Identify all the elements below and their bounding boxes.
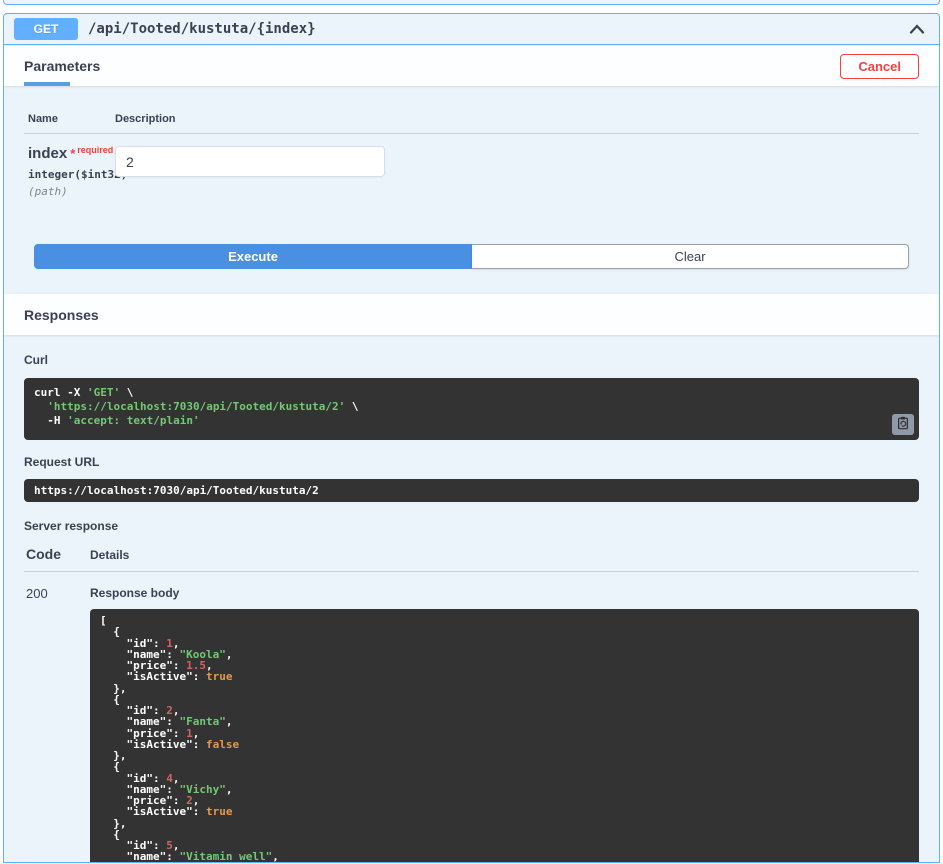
execute-row: Execute Clear [34,244,909,269]
name-column-header: Name [28,113,58,125]
parameters-body: Name Description index * required integer(… [4,113,939,269]
collapse-button[interactable] [905,18,929,41]
request-url-value: https://localhost:7030/api/Tooted/kustut… [34,485,319,496]
curl-label: Curl [24,353,48,367]
request-url-label: Request URL [24,455,100,469]
parameters-tab-underline [24,82,70,86]
parameters-tab-label: Parameters [24,58,101,74]
page: GET /api/Tooted/kustuta/{index} Paramete… [0,0,943,863]
responses-body: Curl curl -X 'GET' \ 'https://localhost:… [4,335,939,863]
parameter-location: (path) [28,185,68,198]
endpoint-summary-header[interactable]: GET /api/Tooted/kustuta/{index} [4,14,939,45]
curl-code: curl -X 'GET' \ 'https://localhost:7030/… [34,386,359,427]
response-body-label: Response body [90,586,180,600]
clear-button[interactable]: Clear [472,244,909,269]
responses-title: Responses [24,306,99,323]
details-column-header: Details [90,548,130,562]
response-body-code: [ { "id": 1, "name": "Koola", "price": 1… [100,615,279,863]
endpoint-block: GET /api/Tooted/kustuta/{index} Paramete… [3,13,940,863]
previous-endpoint-block-edge [3,0,940,5]
parameter-type: integer($int32) [28,168,128,181]
response-body-block: [ { "id": 1, "name": "Koola", "price": 1… [90,609,919,863]
server-response-label: Server response [24,519,119,533]
parameter-description-column [115,145,385,198]
endpoint-path: /api/Tooted/kustuta/{index} [88,21,316,37]
parameter-name-column: index * required integer($int32) (path) [24,145,128,198]
status-code: 200 [26,586,48,601]
responses-section-header: Responses [4,293,939,335]
request-url-block: https://localhost:7030/api/Tooted/kustut… [24,479,919,502]
http-method-badge: GET [14,18,78,40]
parameters-table-headers: Name Description [24,113,919,134]
copy-curl-button[interactable] [892,414,914,435]
response-row: 200 Response body [ { "id": 1, "name": "… [24,586,919,863]
required-star: * [70,146,76,161]
clipboard-copy-icon [896,416,910,433]
response-details-column: Response body [ { "id": 1, "name": "Kool… [90,586,919,863]
parameter-name: index * required [28,145,114,162]
execute-button[interactable]: Execute [34,244,472,269]
tab-parameters[interactable]: Parameters [24,46,100,86]
chevron-up-icon [909,22,925,37]
response-table-headers: Code Details [24,546,919,572]
cancel-button[interactable]: Cancel [840,53,919,79]
parameters-section-header: Parameters Cancel [4,45,939,86]
description-column-header: Description [115,113,176,125]
required-label: required [77,145,114,155]
index-parameter-input[interactable] [115,146,385,177]
code-column-header: Code [26,546,61,562]
parameter-row: index * required integer($int32) (path) [24,145,919,198]
curl-block: curl -X 'GET' \ 'https://localhost:7030/… [24,378,919,440]
